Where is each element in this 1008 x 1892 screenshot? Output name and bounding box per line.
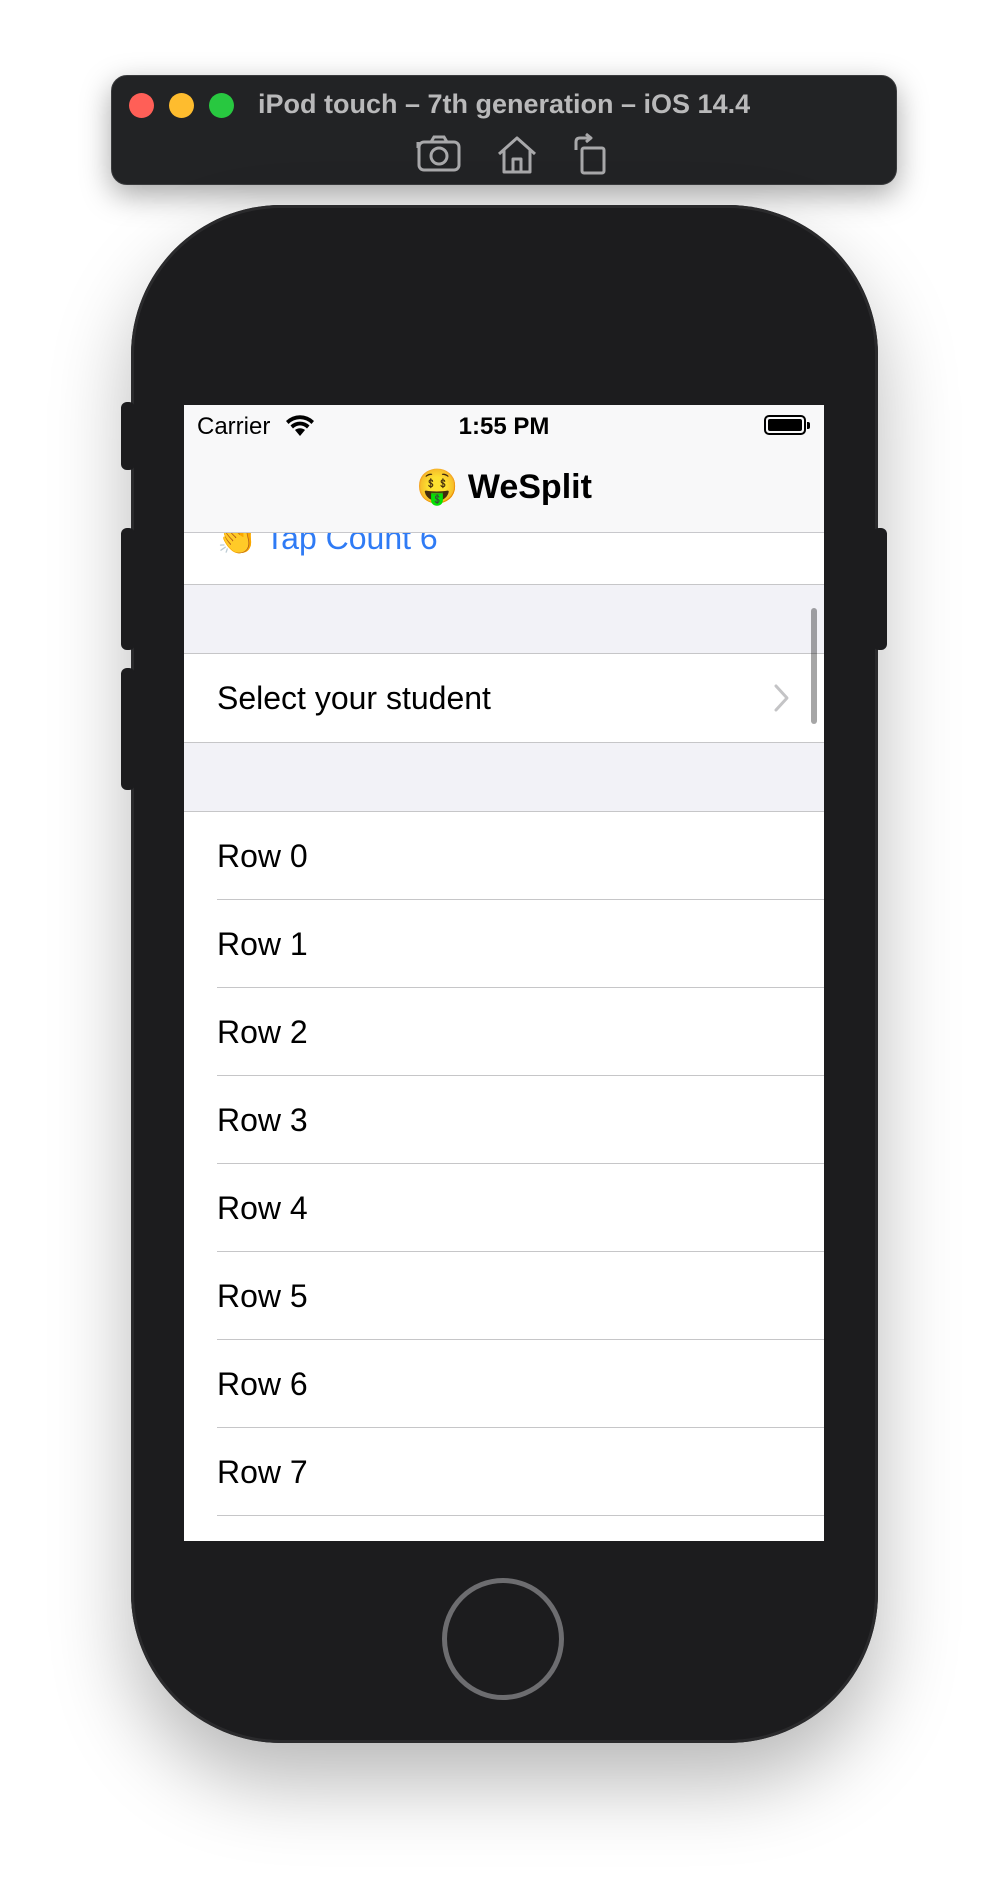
nav-title: 🤑 WeSplit xyxy=(416,468,592,506)
volume-up-button xyxy=(121,528,135,650)
zoom-window-button[interactable] xyxy=(209,93,234,118)
mute-switch xyxy=(121,402,135,470)
minimize-window-button[interactable] xyxy=(169,93,194,118)
battery-icon xyxy=(764,415,810,435)
list-item-label: Row 3 xyxy=(217,1102,308,1138)
volume-down-button xyxy=(121,668,135,790)
section-gap xyxy=(184,585,824,653)
rotate-icon[interactable] xyxy=(568,132,614,176)
list-item[interactable]: Row 6 xyxy=(184,1340,824,1427)
device-screen: Carrier 1:55 PM 🤑 WeSplit 👏 Tap Count 6 … xyxy=(184,405,824,1541)
student-picker-label: Select your student xyxy=(217,680,491,716)
window-title: iPod touch – 7th generation – iOS 14.4 xyxy=(258,89,751,119)
list-item[interactable]: Row 0 xyxy=(184,812,824,899)
list-item-label: Row 0 xyxy=(217,838,308,874)
chevron-right-icon xyxy=(774,684,789,712)
home-button[interactable] xyxy=(442,1578,564,1700)
simulator-title-bar: iPod touch – 7th generation – iOS 14.4 xyxy=(111,75,897,185)
close-window-button[interactable] xyxy=(129,93,154,118)
list-item[interactable]: Row 5 xyxy=(184,1252,824,1339)
status-time: 1:55 PM xyxy=(458,413,550,440)
list-item-label: Row 4 xyxy=(217,1190,308,1226)
section-gap xyxy=(184,743,824,811)
vertical-scrollbar[interactable] xyxy=(811,608,817,724)
list-item-label: Row 5 xyxy=(217,1278,308,1314)
list-item[interactable]: Row 2 xyxy=(184,988,824,1075)
list-item-label: Row 1 xyxy=(217,926,308,962)
list-item-label: Row 6 xyxy=(217,1366,308,1402)
camera-icon[interactable] xyxy=(416,132,462,176)
list-item[interactable]: Row 1 xyxy=(184,900,824,987)
list-item[interactable]: Row 7 xyxy=(184,1428,824,1515)
list-item[interactable]: Row 3 xyxy=(184,1076,824,1163)
form-list[interactable]: 👏 Tap Count 6 Select your student Row 0 … xyxy=(184,405,824,1541)
navigation-bar: Carrier 1:55 PM 🤑 WeSplit xyxy=(184,405,824,533)
student-picker-row[interactable]: Select your student xyxy=(184,654,824,742)
list-item-label: Row 7 xyxy=(217,1454,308,1490)
power-button xyxy=(873,528,887,650)
list-item[interactable]: Row 4 xyxy=(184,1164,824,1251)
home-icon[interactable] xyxy=(494,132,540,176)
status-bar: Carrier 1:55 PM xyxy=(184,405,824,445)
row-separator xyxy=(217,1515,824,1516)
list-item-label: Row 2 xyxy=(217,1014,308,1050)
